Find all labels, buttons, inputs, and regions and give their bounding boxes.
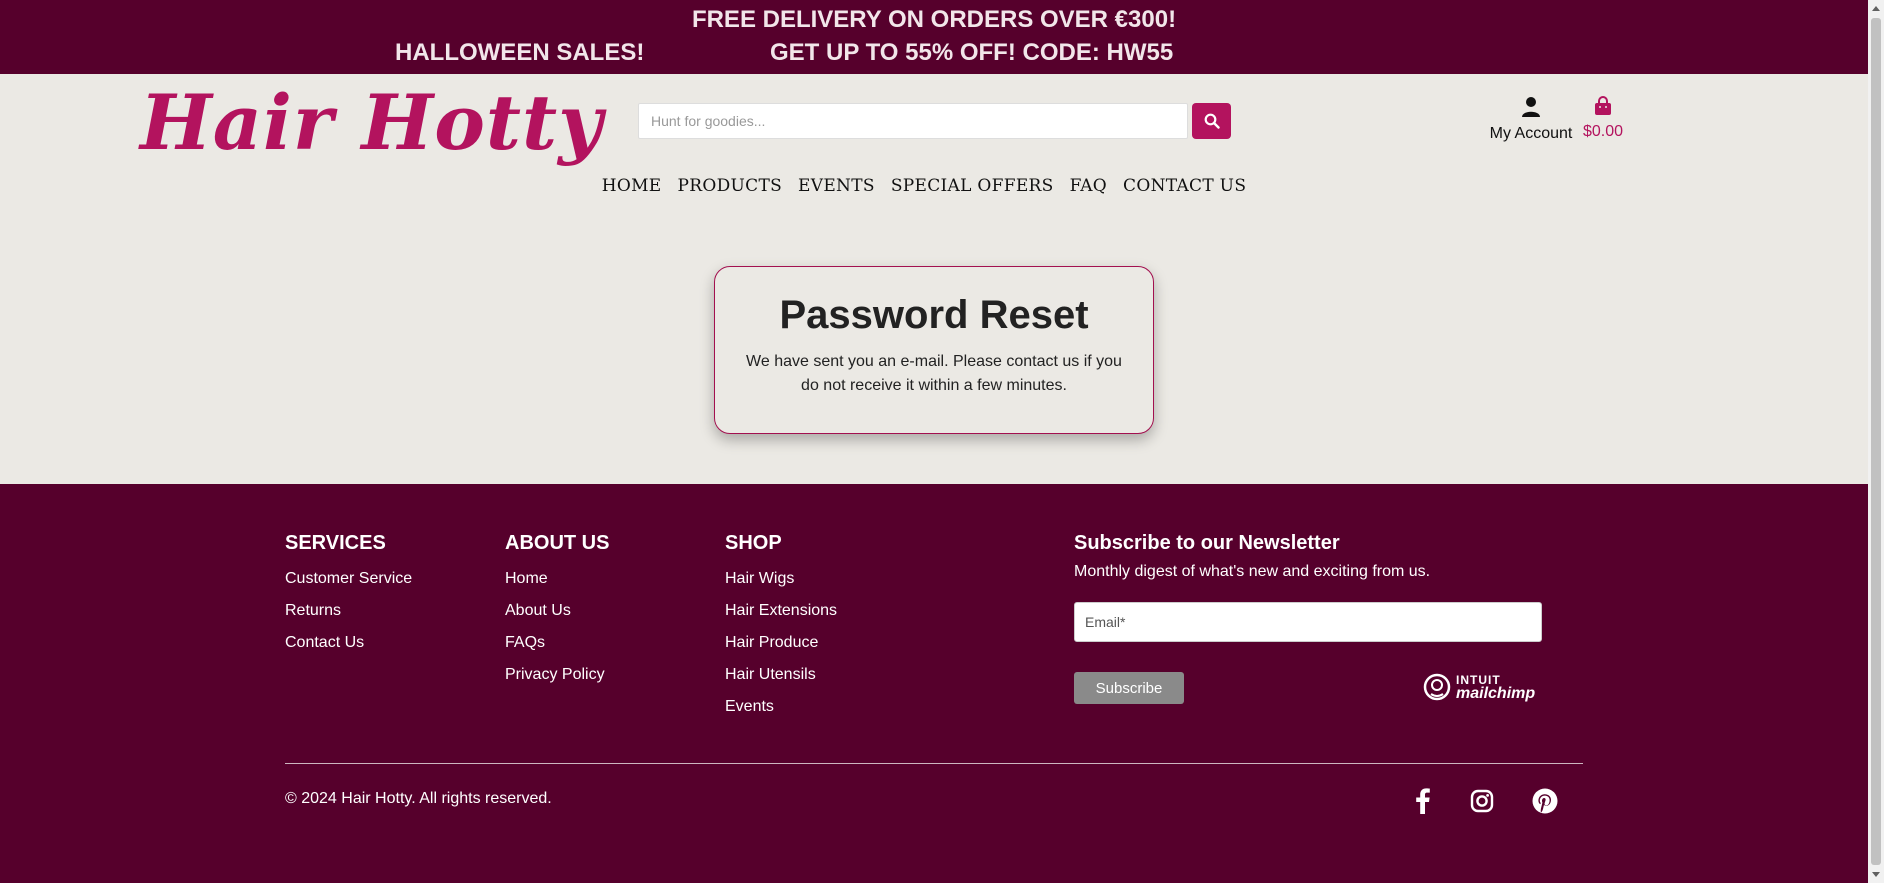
discount-code-text: GET UP TO 55% OFF! CODE: HW55 <box>770 39 1174 66</box>
main-nav: HOME PRODUCTS EVENTS SPECIAL OFFERS FAQ … <box>0 176 1858 196</box>
footer-link-privacy-policy[interactable]: Privacy Policy <box>505 659 609 691</box>
mailchimp-wordmark: INTUIT mailchimp <box>1456 673 1536 702</box>
newsletter-signup: Subscribe to our Newsletter Monthly dige… <box>1074 532 1544 704</box>
mailchimp-badge[interactable]: INTUIT mailchimp <box>1422 672 1535 702</box>
footer-link-home[interactable]: Home <box>505 563 609 595</box>
footer-link-customer-service[interactable]: Customer Service <box>285 563 412 595</box>
pinterest-link[interactable] <box>1530 786 1560 816</box>
newsletter-description: Monthly digest of what's new and excitin… <box>1074 563 1431 580</box>
footer-link-contact-us[interactable]: Contact Us <box>285 627 412 659</box>
mailchimp-logo-icon <box>1423 673 1451 701</box>
nav-home[interactable]: HOME <box>602 176 662 196</box>
copyright-text: © 2024 Hair Hotty. All rights reserved. <box>285 790 552 807</box>
search-icon <box>1204 113 1220 129</box>
search-input[interactable] <box>638 103 1188 139</box>
nav-events[interactable]: EVENTS <box>798 176 875 196</box>
page-scrollbar[interactable] <box>1868 0 1884 883</box>
nav-special-offers[interactable]: SPECIAL OFFERS <box>891 176 1054 196</box>
facebook-icon <box>1416 788 1430 814</box>
instagram-icon <box>1470 789 1494 813</box>
halloween-sales-text: HALLOWEEN SALES! <box>395 39 645 66</box>
cart-link[interactable]: $0.00 <box>1582 96 1624 141</box>
footer-link-hair-utensils[interactable]: Hair Utensils <box>725 659 837 691</box>
user-icon <box>1522 97 1540 117</box>
footer-link-events[interactable]: Events <box>725 691 837 723</box>
nav-contact-us[interactable]: CONTACT US <box>1123 176 1246 196</box>
shopping-bag-icon <box>1595 96 1611 115</box>
pinterest-icon <box>1532 788 1558 814</box>
footer-heading-about: ABOUT US <box>505 532 610 554</box>
subscribe-button[interactable]: Subscribe <box>1074 672 1184 704</box>
my-account-label: My Account <box>1489 125 1573 142</box>
footer-about: ABOUT US Home About Us FAQs Privacy Poli… <box>505 532 609 691</box>
site-logo[interactable]: Hair Hotty <box>140 78 603 167</box>
footer-heading-services: SERVICES <box>285 532 386 554</box>
free-delivery-text: FREE DELIVERY ON ORDERS OVER €300! <box>691 6 1177 33</box>
footer-link-returns[interactable]: Returns <box>285 595 412 627</box>
scroll-up-arrow-icon[interactable] <box>1872 6 1880 11</box>
footer-link-about-us[interactable]: About Us <box>505 595 609 627</box>
facebook-link[interactable] <box>1408 786 1438 816</box>
nav-products[interactable]: PRODUCTS <box>678 176 783 196</box>
announcement-bar: FREE DELIVERY ON ORDERS OVER €300! HALLO… <box>0 0 1868 74</box>
footer-heading-shop: SHOP <box>725 532 782 554</box>
footer-divider <box>285 763 1583 764</box>
footer-link-hair-wigs[interactable]: Hair Wigs <box>725 563 837 595</box>
newsletter-email-input[interactable] <box>1074 602 1542 642</box>
scroll-down-arrow-icon[interactable] <box>1872 872 1880 877</box>
my-account-link[interactable]: My Account <box>1486 96 1576 143</box>
page-title: Password Reset <box>779 293 1089 337</box>
footer-link-hair-produce[interactable]: Hair Produce <box>725 627 837 659</box>
scrollbar-thumb[interactable] <box>1871 18 1881 865</box>
footer-services: SERVICES Customer Service Returns Contac… <box>285 532 412 659</box>
nav-faq[interactable]: FAQ <box>1070 176 1107 196</box>
search-button[interactable] <box>1192 103 1231 139</box>
reset-message: We have sent you an e-mail. Please conta… <box>746 353 1122 394</box>
site-footer: SERVICES Customer Service Returns Contac… <box>0 484 1868 883</box>
instagram-link[interactable] <box>1467 786 1497 816</box>
cart-total: $0.00 <box>1582 123 1624 140</box>
mailchimp-line2: mailchimp <box>1456 685 1536 702</box>
newsletter-heading: Subscribe to our Newsletter <box>1074 532 1340 554</box>
footer-link-hair-extensions[interactable]: Hair Extensions <box>725 595 837 627</box>
footer-shop: SHOP Hair Wigs Hair Extensions Hair Prod… <box>725 532 837 723</box>
footer-link-faqs[interactable]: FAQs <box>505 627 609 659</box>
password-reset-card: Password Reset We have sent you an e-mai… <box>714 266 1154 434</box>
